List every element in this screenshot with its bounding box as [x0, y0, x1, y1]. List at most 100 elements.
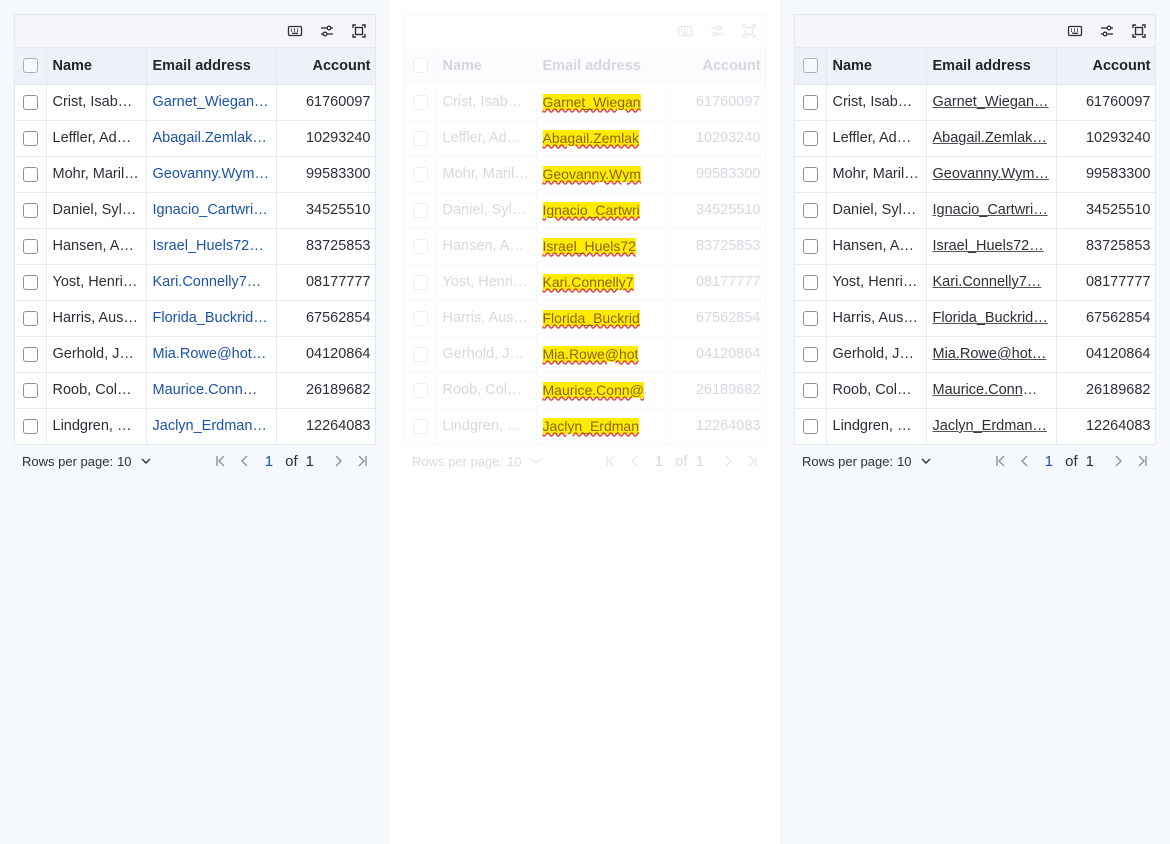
email-link[interactable]: Mia.Rowe@hot [542, 345, 639, 362]
email-link[interactable]: Geovanny.Wym [542, 165, 641, 182]
email-link[interactable]: Garnet_Wiegan [542, 93, 641, 110]
last-page-button[interactable] [352, 451, 372, 471]
first-page-button[interactable] [211, 451, 231, 471]
row-checkbox[interactable] [22, 130, 38, 146]
table-row[interactable]: Roob, Colu… Maurice.Conn@… 26189682 [15, 372, 375, 409]
first-page-button[interactable] [991, 451, 1011, 471]
table-row[interactable]: Harris, Aus… Florida_Buckrid 67562854 [405, 300, 765, 337]
table-row[interactable]: Daniel, Syl… Ignacio_Cartwri… 34525510 [15, 192, 375, 229]
row-checkbox[interactable] [22, 202, 38, 218]
email-link[interactable]: Abagail.Zemlak [542, 129, 639, 146]
table-row[interactable]: Crist, Isabe… Garnet_Wiegan 61760097 [405, 84, 765, 121]
table-row[interactable]: Gerhold, Je… Mia.Rowe@hot… 04120864 [795, 336, 1155, 373]
previous-page-button[interactable] [625, 451, 645, 471]
row-checkbox[interactable] [802, 310, 818, 326]
email-link[interactable]: Maurice.Conn@… [153, 382, 272, 398]
select-all-checkbox[interactable] [802, 58, 818, 74]
table-row[interactable]: Leffler, Ad… Abagail.Zemlak 10293240 [405, 120, 765, 157]
next-page-button[interactable] [328, 451, 348, 471]
email-link[interactable]: Ignacio_Cartwri [542, 201, 640, 218]
row-checkbox[interactable] [802, 274, 818, 290]
rows-per-page-select[interactable]: 10 [897, 454, 931, 469]
email-link[interactable]: Kari.Connelly7… [153, 274, 262, 290]
row-checkbox[interactable] [802, 130, 818, 146]
email-link[interactable]: Mia.Rowe@hot… [153, 346, 267, 362]
table-row[interactable]: Daniel, Syl… Ignacio_Cartwri… 34525510 [795, 192, 1155, 229]
row-checkbox[interactable] [802, 202, 818, 218]
fullscreen-button[interactable] [349, 21, 369, 41]
last-page-button[interactable] [742, 451, 762, 471]
table-row[interactable]: Yost, Henri… Kari.Connelly7… 08177777 [15, 264, 375, 301]
email-link[interactable]: Jaclyn_Erdman… [933, 418, 1047, 434]
table-row[interactable]: Hansen, As… Israel_Huels72 83725853 [405, 228, 765, 265]
table-row[interactable]: Hansen, As… Israel_Huels72… 83725853 [15, 228, 375, 265]
column-header-email[interactable]: Email address [146, 48, 277, 85]
email-link[interactable]: Kari.Connelly7 [542, 273, 634, 290]
email-link[interactable]: Maurice.Conn@ [542, 381, 644, 398]
table-row[interactable]: Crist, Isabe… Garnet_Wiegan… 61760097 [795, 84, 1155, 121]
email-link[interactable]: Maurice.Conn@… [933, 382, 1052, 398]
table-row[interactable]: Gerhold, Je… Mia.Rowe@hot… 04120864 [15, 336, 375, 373]
email-link[interactable]: Garnet_Wiegan… [933, 94, 1049, 110]
row-checkbox[interactable] [412, 346, 428, 362]
table-row[interactable]: Mohr, Maril… Geovanny.Wym… 99583300 [795, 156, 1155, 193]
rows-per-page-select[interactable]: 10 [117, 454, 151, 469]
email-link[interactable]: Ignacio_Cartwri… [153, 202, 268, 218]
row-checkbox[interactable] [22, 166, 38, 182]
next-page-button[interactable] [1108, 451, 1128, 471]
row-checkbox[interactable] [412, 310, 428, 326]
row-checkbox[interactable] [802, 238, 818, 254]
table-row[interactable]: Mohr, Maril… Geovanny.Wym 99583300 [405, 156, 765, 193]
column-header-name[interactable]: Name [826, 48, 927, 85]
keyboard-shortcuts-button[interactable] [1065, 21, 1085, 41]
row-checkbox[interactable] [802, 166, 818, 182]
email-link[interactable]: Geovanny.Wym… [153, 166, 269, 182]
table-row[interactable]: Leffler, Ad… Abagail.Zemlak… 10293240 [15, 120, 375, 157]
column-header-account[interactable]: Account [276, 48, 375, 85]
last-page-button[interactable] [1132, 451, 1152, 471]
email-link[interactable]: Abagail.Zemlak… [153, 130, 267, 146]
rows-per-page-select[interactable]: 10 [507, 454, 541, 469]
email-link[interactable]: Mia.Rowe@hot… [933, 346, 1047, 362]
email-link[interactable]: Israel_Huels72 [542, 237, 636, 254]
email-link[interactable]: Israel_Huels72… [933, 238, 1044, 254]
row-checkbox[interactable] [802, 94, 818, 110]
table-row[interactable]: Lindgren, E… Jaclyn_Erdman… 12264083 [795, 408, 1155, 444]
row-checkbox[interactable] [412, 238, 428, 254]
row-checkbox[interactable] [802, 346, 818, 362]
column-settings-button[interactable] [707, 21, 727, 41]
row-checkbox[interactable] [22, 274, 38, 290]
next-page-button[interactable] [718, 451, 738, 471]
row-checkbox[interactable] [802, 382, 818, 398]
table-row[interactable]: Mohr, Maril… Geovanny.Wym… 99583300 [15, 156, 375, 193]
email-link[interactable]: Florida_Buckrid… [933, 310, 1048, 326]
row-checkbox[interactable] [412, 274, 428, 290]
row-checkbox[interactable] [22, 346, 38, 362]
fullscreen-button[interactable] [1129, 21, 1149, 41]
email-link[interactable]: Florida_Buckrid [542, 309, 640, 326]
row-checkbox[interactable] [412, 166, 428, 182]
fullscreen-button[interactable] [739, 21, 759, 41]
keyboard-shortcuts-button[interactable] [285, 21, 305, 41]
table-row[interactable]: Harris, Aus… Florida_Buckrid… 67562854 [795, 300, 1155, 337]
table-row[interactable]: Crist, Isabe… Garnet_Wiegan… 61760097 [15, 84, 375, 121]
email-link[interactable]: Garnet_Wiegan… [153, 94, 269, 110]
column-header-name[interactable]: Name [46, 48, 147, 85]
first-page-button[interactable] [601, 451, 621, 471]
column-header-email[interactable]: Email address [536, 48, 667, 85]
table-row[interactable]: Hansen, As… Israel_Huels72… 83725853 [795, 228, 1155, 265]
email-link[interactable]: Jaclyn_Erdman… [153, 418, 267, 434]
column-header-email[interactable]: Email address [926, 48, 1057, 85]
email-link[interactable]: Israel_Huels72… [153, 238, 264, 254]
email-link[interactable]: Ignacio_Cartwri… [933, 202, 1048, 218]
row-checkbox[interactable] [802, 418, 818, 434]
column-header-account[interactable]: Account [666, 48, 765, 85]
table-row[interactable]: Lindgren, E… Jaclyn_Erdman… 12264083 [15, 408, 375, 444]
email-link[interactable]: Geovanny.Wym… [933, 166, 1049, 182]
column-header-name[interactable]: Name [436, 48, 537, 85]
table-row[interactable]: Harris, Aus… Florida_Buckrid… 67562854 [15, 300, 375, 337]
email-link[interactable]: Abagail.Zemlak… [933, 130, 1047, 146]
table-row[interactable]: Lindgren, E… Jaclyn_Erdman 12264083 [405, 408, 765, 444]
table-row[interactable]: Roob, Colu… Maurice.Conn@ 26189682 [405, 372, 765, 409]
row-checkbox[interactable] [412, 382, 428, 398]
